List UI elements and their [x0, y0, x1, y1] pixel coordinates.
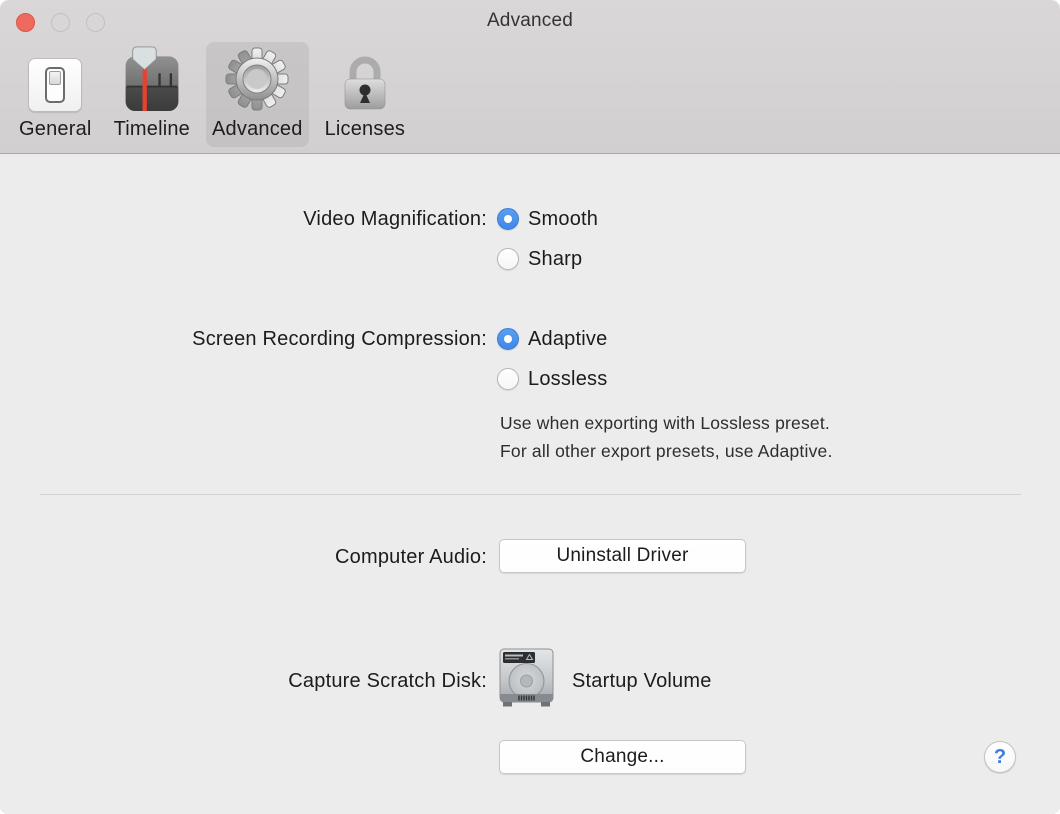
- radio-button[interactable]: [497, 248, 519, 270]
- tab-licenses[interactable]: Licenses: [319, 42, 412, 147]
- scratch-disk-value: Startup Volume: [572, 669, 712, 693]
- tab-general[interactable]: General: [13, 42, 98, 147]
- tab-label: Timeline: [114, 118, 190, 141]
- radio-button[interactable]: [497, 328, 519, 350]
- change-button[interactable]: Change...: [499, 740, 746, 774]
- timeline-playhead-icon: [123, 46, 181, 112]
- tab-label: General: [19, 118, 92, 141]
- light-switch-icon: [28, 46, 82, 112]
- content-area: Video Magnification: Smooth Sharp Screen…: [0, 155, 1060, 814]
- gear-icon: [224, 46, 290, 112]
- tab-label: Licenses: [325, 118, 406, 141]
- toolbar: General: [13, 42, 411, 147]
- compression-note-line2: For all other export presets, use Adapti…: [500, 437, 833, 465]
- radio-label: Lossless: [528, 368, 607, 391]
- preferences-window: Advanced General: [0, 0, 1060, 814]
- video-magnification-label: Video Magnification:: [303, 207, 487, 231]
- radio-option-sharp[interactable]: Sharp: [497, 247, 582, 271]
- radio-option-smooth[interactable]: Smooth: [497, 207, 598, 231]
- radio-label: Adaptive: [528, 328, 607, 351]
- radio-option-lossless[interactable]: Lossless: [497, 367, 607, 391]
- tab-timeline[interactable]: Timeline: [108, 42, 196, 147]
- radio-label: Sharp: [528, 248, 582, 271]
- radio-option-adaptive[interactable]: Adaptive: [497, 327, 607, 351]
- section-divider: [40, 494, 1021, 495]
- screen-recording-compression-label: Screen Recording Compression:: [192, 327, 487, 351]
- capture-scratch-disk-label: Capture Scratch Disk:: [288, 669, 487, 693]
- window-title: Advanced: [0, 10, 1060, 32]
- padlock-icon: [337, 46, 393, 112]
- compression-note: Use when exporting with Lossless preset.…: [500, 409, 833, 465]
- tab-label: Advanced: [212, 118, 303, 141]
- hard-disk-icon: [498, 648, 555, 708]
- tab-advanced[interactable]: Advanced: [206, 42, 309, 147]
- compression-note-line1: Use when exporting with Lossless preset.: [500, 409, 833, 437]
- radio-button[interactable]: [497, 208, 519, 230]
- uninstall-driver-button[interactable]: Uninstall Driver: [499, 539, 746, 573]
- radio-label: Smooth: [528, 208, 598, 231]
- titlebar-toolbar: Advanced General: [0, 0, 1060, 154]
- help-button[interactable]: ?: [984, 741, 1016, 773]
- computer-audio-label: Computer Audio:: [335, 545, 487, 569]
- radio-button[interactable]: [497, 368, 519, 390]
